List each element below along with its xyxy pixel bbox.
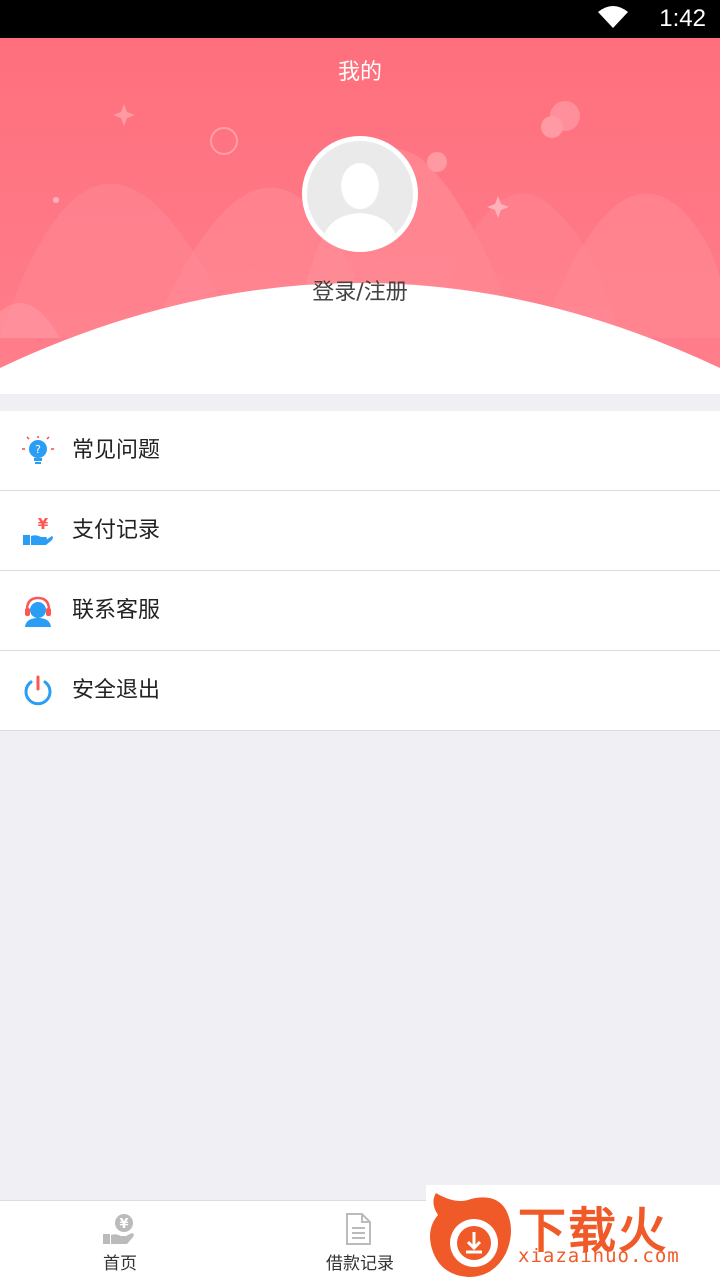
hand-yuan-icon: ¥ <box>23 515 53 545</box>
status-time: 1:42 <box>659 5 706 32</box>
avatar[interactable] <box>302 136 418 252</box>
menu-item-logout[interactable]: 安全退出 <box>0 651 720 731</box>
menu-item-customer-service[interactable]: 联系客服 <box>0 571 720 651</box>
menu-item-label: 安全退出 <box>72 678 161 703</box>
tab-label: 首页 <box>103 1254 137 1274</box>
page-title: 我的 <box>337 60 382 85</box>
menu-item-label: 常见问题 <box>72 438 161 463</box>
wifi-icon <box>598 6 628 28</box>
svg-text:?: ? <box>35 443 41 456</box>
tab-home[interactable]: ¥ 首页 <box>0 1201 240 1281</box>
svg-text:¥: ¥ <box>119 1217 128 1232</box>
lightbulb-question-icon: ? <box>22 436 54 464</box>
profile-header: 我的 登录/注册 <box>0 38 720 394</box>
user-silhouette-icon <box>321 163 399 247</box>
status-bar: 1:42 <box>0 0 720 38</box>
flame-logo-icon <box>430 1193 511 1277</box>
watermark-logo: 下载火 xiazaihuo.com <box>426 1185 720 1280</box>
menu-item-payment-records[interactable]: ¥ 支付记录 <box>0 491 720 571</box>
power-icon <box>24 675 52 706</box>
menu-item-label: 联系客服 <box>72 598 161 623</box>
document-icon <box>346 1213 371 1245</box>
watermark-url: xiazaihuo.com <box>518 1245 680 1267</box>
headset-agent-icon <box>25 596 51 627</box>
avatar-placeholder <box>307 141 413 247</box>
menu-list: ? 常见问题 ¥ 支付记录 联系客服 安全退出 <box>0 411 720 731</box>
menu-item-label: 支付记录 <box>72 518 161 543</box>
hand-yuan-icon: ¥ <box>103 1214 134 1244</box>
menu-item-faq[interactable]: ? 常见问题 <box>0 411 720 491</box>
svg-text:¥: ¥ <box>38 515 49 533</box>
login-register-link[interactable]: 登录/注册 <box>0 274 720 306</box>
